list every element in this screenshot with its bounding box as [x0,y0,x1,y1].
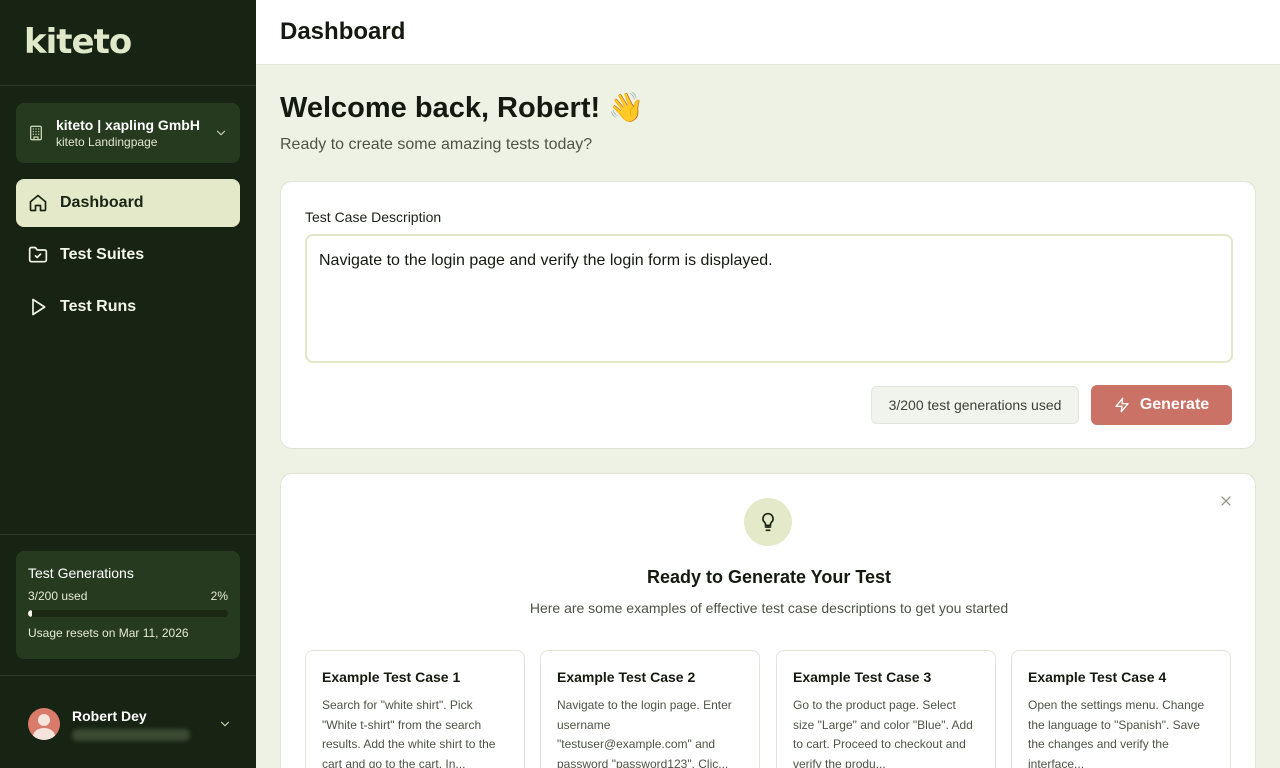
kiteto-logo[interactable]: kiteto [24,22,256,62]
close-icon[interactable] [1219,494,1233,508]
generation-usage-badge: 3/200 test generations used [871,386,1079,424]
sidebar-divider [0,534,256,535]
welcome-subtitle: Ready to create some amazing tests today… [280,136,593,153]
example-description: Go to the product page. Select size "Lar… [793,698,973,768]
welcome-section: Welcome back, Robert! 👋 Ready to create … [280,90,644,154]
play-icon [32,298,46,316]
sidebar-item-label: Test Runs [60,298,137,315]
example-title: Example Test Case 2 [557,669,696,685]
org-switcher[interactable]: kiteto | xapling GmbH kiteto Landingpage [16,103,240,163]
examples-card: Ready to Generate Your Test Here are som… [280,473,1256,768]
org-name: kiteto | xapling GmbH [56,117,200,133]
project-name: kiteto Landingpage [56,135,158,149]
example-description: Search for "white shirt". Pick "White t-… [322,698,496,768]
example-card-4[interactable]: Example Test Case 4 Open the settings me… [1011,650,1231,768]
generate-button[interactable]: Generate [1091,385,1232,425]
user-email-redacted [72,729,190,741]
sidebar-item-dashboard[interactable]: Dashboard [16,179,240,227]
welcome-heading: Welcome back, Robert! 👋 [280,92,645,124]
example-description: Navigate to the login page. Enter userna… [557,698,732,768]
user-info: Robert Dey [72,707,218,741]
examples-subtitle: Here are some examples of effective test… [529,600,1009,616]
usage-progress-bar [28,610,228,617]
sidebar-divider [0,675,256,676]
example-card-1[interactable]: Example Test Case 1 Search for "white sh… [305,650,525,768]
usage-percent: 2% [210,589,228,603]
example-title: Example Test Case 1 [322,669,461,685]
page-title: Dashboard [280,18,406,45]
test-case-form-card: Test Case Description Navigate to the lo… [280,181,1256,449]
usage-reset-date: Usage resets on Mar 11, 2026 [28,626,189,640]
example-card-2[interactable]: Example Test Case 2 Navigate to the logi… [540,650,760,768]
avatar [28,708,60,740]
sidebar: kiteto kiteto | xapling GmbH kiteto Land… [0,0,256,768]
chevron-down-icon [220,721,230,727]
usage-progress-fill [28,610,32,617]
top-bar: Dashboard [256,0,1280,65]
lightning-icon [1115,397,1129,413]
example-title: Example Test Case 3 [793,669,932,685]
test-case-description-input[interactable]: Navigate to the login page and verify th… [305,234,1233,363]
folder-check-icon [28,246,48,263]
usage-card: Test Generations 3/200 used 2% Usage res… [16,551,240,659]
generate-button-label: Generate [1139,396,1210,413]
logo-area: kiteto [0,0,256,86]
examples-title: Ready to Generate Your Test [646,567,892,587]
sidebar-item-test-suites[interactable]: Test Suites [16,231,240,279]
chevron-down-icon [216,130,226,136]
building-icon [30,125,42,141]
usage-row: 3/200 used 2% [28,589,228,603]
org-text: kiteto | xapling GmbH kiteto Landingpage [56,116,214,150]
user-menu[interactable]: Robert Dey [28,706,232,742]
sidebar-nav: Dashboard Test Suites Test Runs [16,179,240,335]
sidebar-item-test-runs[interactable]: Test Runs [16,283,240,331]
home-icon [29,194,47,212]
user-name: Robert Dey [72,708,147,724]
example-card-3[interactable]: Example Test Case 3 Go to the product pa… [776,650,996,768]
lightbulb-icon [762,512,774,532]
lightbulb-badge [744,498,792,546]
test-case-description-label: Test Case Description [305,209,442,225]
usage-title: Test Generations [28,565,134,581]
sidebar-item-label: Test Suites [60,246,145,263]
example-description: Open the settings menu. Change the langu… [1028,698,1205,768]
sidebar-item-label: Dashboard [60,194,144,211]
example-title: Example Test Case 4 [1028,669,1167,685]
usage-count: 3/200 used [28,589,88,603]
